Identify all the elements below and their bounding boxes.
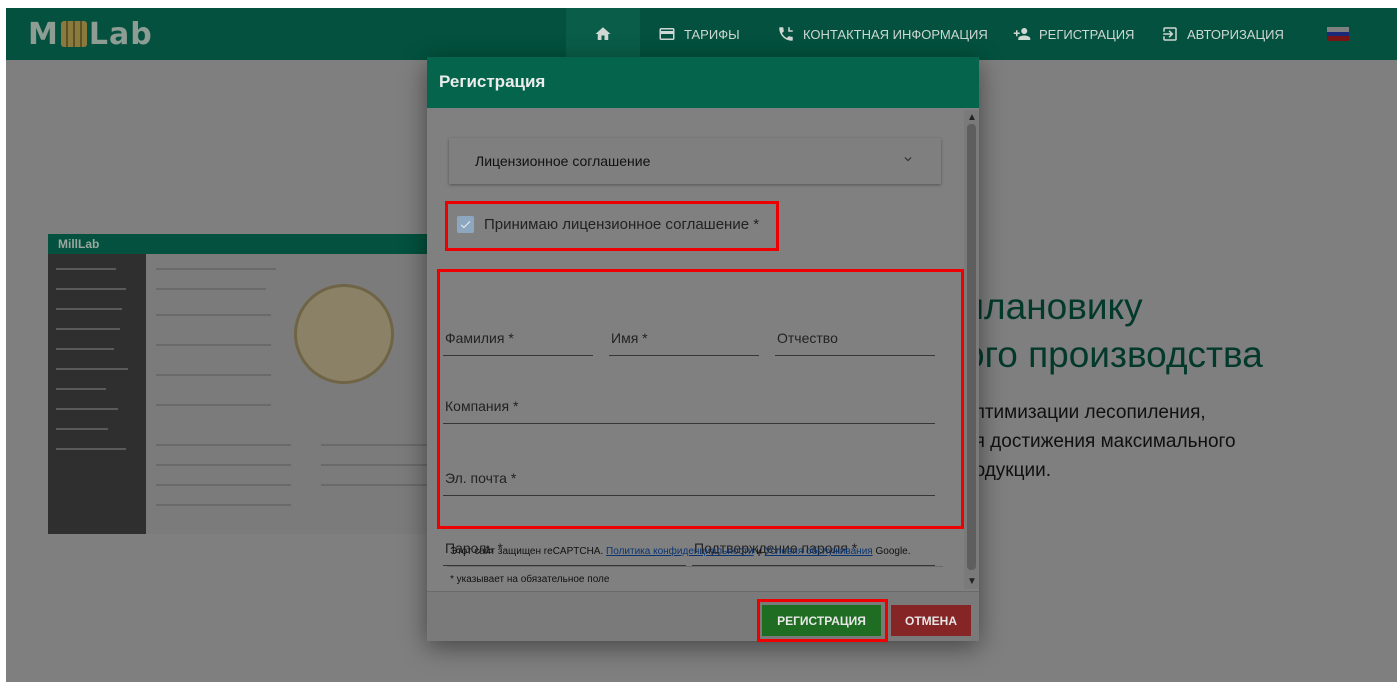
scroll-up-icon[interactable]: ▲ (967, 112, 977, 123)
language-switcher[interactable] (1327, 8, 1349, 60)
license-agreement-accordion[interactable]: Лицензионное соглашение (449, 138, 941, 184)
nav-login[interactable]: АВТОРИЗАЦИЯ (1161, 8, 1284, 60)
credit-card-icon (659, 28, 675, 40)
nav-register[interactable]: РЕГИСТРАЦИЯ (1013, 8, 1134, 60)
nav-contacts[interactable]: КОНТАКТНАЯ ИНФОРМАЦИЯ (777, 8, 988, 60)
highlight-fields (437, 269, 964, 529)
nav-home[interactable] (566, 8, 640, 60)
dialog-footer: РЕГИСТРАЦИЯ ОТМЕНА (427, 591, 979, 642)
nav-tariffs[interactable]: ТАРИФЫ (658, 8, 740, 60)
nav-tariffs-label: ТАРИФЫ (684, 26, 740, 42)
scrollbar-thumb[interactable] (967, 124, 976, 570)
nav-register-label: РЕГИСТРАЦИЯ (1039, 26, 1135, 42)
phone-call-icon (779, 27, 793, 41)
mill-logo-icon (60, 21, 87, 47)
login-icon (1163, 27, 1177, 41)
hero-subtitle: оптимизации лесопиления, ия достижения м… (964, 402, 1236, 481)
dialog-body: ▲ ▼ Лицензионное соглашение Принимаю лиц… (427, 108, 979, 591)
scroll-down-icon[interactable]: ▼ (967, 576, 977, 587)
preview-logo: MillLab (58, 237, 100, 251)
preview-main (146, 254, 446, 534)
privacy-policy-link[interactable]: Политика конфиденциальности (606, 546, 754, 557)
recaptcha-notice: Этот сайт защищен reCAPTCHA. Политика ко… (450, 546, 911, 557)
russian-flag-icon (1327, 27, 1349, 42)
dialog-title: Регистрация (439, 72, 546, 91)
license-agreement-label: Лицензионное соглашение (475, 153, 651, 169)
logo[interactable]: M Lab (28, 16, 153, 52)
preview-log-diagram (294, 284, 394, 384)
app-preview-image: MillLab (48, 234, 446, 534)
terms-of-service-link[interactable]: Условия обслуживания (765, 546, 873, 557)
chevron-down-icon (904, 157, 912, 162)
person-add-icon (1013, 28, 1031, 40)
nav-login-label: АВТОРИЗАЦИЯ (1187, 26, 1284, 42)
home-icon (595, 27, 611, 40)
required-field-note: * указывает на обязательное поле (450, 574, 610, 585)
highlight-agreement (445, 201, 779, 251)
preview-sidebar (48, 254, 146, 534)
dialog-scrollbar[interactable]: ▲ ▼ (964, 110, 979, 589)
preview-header: MillLab (48, 234, 446, 254)
hero-title: плановику ого производства (964, 286, 1263, 375)
divider (447, 566, 943, 567)
dialog-header: Регистрация (427, 57, 979, 108)
cancel-button[interactable]: ОТМЕНА (891, 605, 971, 636)
top-navbar: M Lab ТАРИФЫ КОНТАКТНАЯ ИНФОРМАЦИЯ РЕГИСТ… (6, 8, 1397, 60)
page-backdrop: M Lab ТАРИФЫ КОНТАКТНАЯ ИНФОРМАЦИЯ РЕГИСТ… (6, 8, 1397, 682)
nav-contacts-label: КОНТАКТНАЯ ИНФОРМАЦИЯ (803, 26, 988, 42)
highlight-register-button (757, 599, 888, 642)
registration-dialog: Регистрация ▲ ▼ Лицензионное соглашение … (427, 57, 979, 642)
